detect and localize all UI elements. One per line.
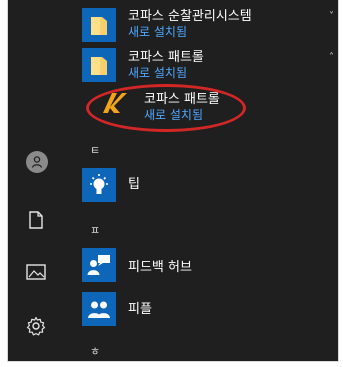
start-rail	[8, 0, 66, 361]
chevron-up-icon[interactable]: ˄	[329, 52, 334, 63]
app-title[interactable]: 코파스 패트롤	[128, 50, 204, 65]
document-icon[interactable]	[22, 206, 50, 234]
app-title[interactable]: 피플	[128, 302, 152, 317]
section-letter[interactable]: ㅍ	[90, 225, 100, 237]
user-avatar-icon[interactable]	[26, 151, 48, 173]
folder-icon	[91, 17, 107, 35]
app-tile-tips[interactable]	[82, 168, 116, 202]
people-icon	[88, 301, 110, 318]
lightbulb-icon	[90, 174, 108, 194]
app-tile-feedback-hub[interactable]	[82, 248, 116, 282]
app-tile-people[interactable]	[82, 292, 116, 326]
start-menu: 코파스 순찰관리시스템 새로 설치됨 ˅ 코파스 패트롤 새로 설치됨 ˄ 코파…	[7, 0, 339, 362]
app-title[interactable]: 팁	[128, 177, 140, 192]
settings-icon[interactable]	[22, 312, 50, 340]
app-title[interactable]: 코파스 순찰관리시스템	[128, 9, 252, 24]
chevron-down-icon[interactable]: ˅	[329, 11, 334, 22]
app-subtitle: 새로 설치됨	[128, 25, 188, 39]
app-tile-copas-patrol-management-system[interactable]	[82, 8, 116, 42]
section-letter[interactable]: ㅎ	[90, 346, 100, 358]
pictures-icon[interactable]	[22, 258, 50, 286]
app-tile-copas-patrol-folder[interactable]	[82, 48, 116, 82]
app-subtitle: 새로 설치됨	[128, 66, 188, 80]
section-letter[interactable]: ㅌ	[90, 145, 100, 157]
red-annotation-ellipse	[86, 84, 246, 132]
folder-icon	[91, 57, 107, 75]
feedback-hub-icon	[87, 255, 110, 275]
app-title[interactable]: 피드백 허브	[128, 260, 192, 275]
